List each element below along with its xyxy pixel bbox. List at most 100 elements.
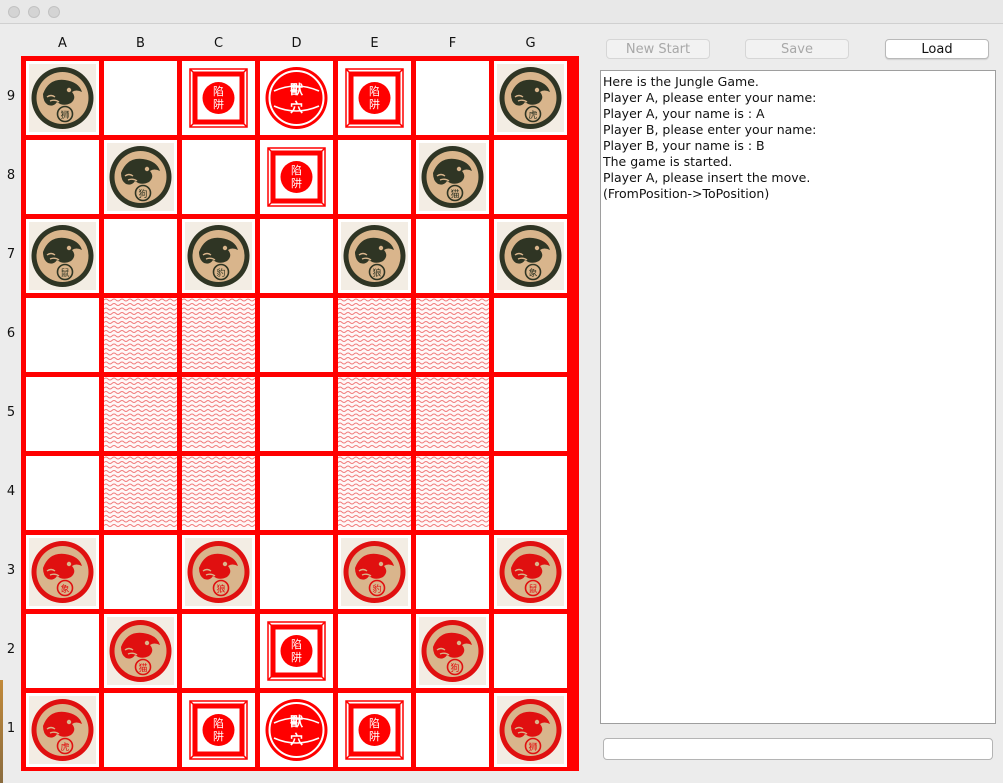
board-cell[interactable]: 狮 xyxy=(26,61,99,135)
board-cell[interactable]: 狮 xyxy=(494,693,567,767)
black-cat-piece[interactable]: 猫 xyxy=(419,143,486,211)
board-cell[interactable]: 豹 xyxy=(338,535,411,609)
board-cell[interactable] xyxy=(338,140,411,214)
black-tiger-piece[interactable]: 虎 xyxy=(497,64,564,132)
board-cell[interactable] xyxy=(494,298,567,372)
svg-text:陷: 陷 xyxy=(369,716,380,730)
command-input[interactable] xyxy=(603,738,993,760)
water-cell[interactable] xyxy=(182,298,255,372)
black-wolf-piece[interactable]: 狼 xyxy=(341,222,408,290)
board-cell[interactable] xyxy=(416,219,489,293)
board-cell[interactable] xyxy=(104,535,177,609)
board-cell[interactable] xyxy=(260,535,333,609)
red-dog-piece[interactable]: 狗 xyxy=(419,617,486,685)
red-lion-piece[interactable]: 狮 xyxy=(497,696,564,764)
red-elephant-piece[interactable]: 象 xyxy=(29,538,96,606)
board-cell[interactable] xyxy=(260,298,333,372)
board-cell[interactable]: 鼠 xyxy=(26,219,99,293)
board-cell[interactable] xyxy=(416,535,489,609)
message-log[interactable]: Here is the Jungle Game. Player A, please… xyxy=(600,70,996,724)
board-cell[interactable] xyxy=(104,219,177,293)
water-cell[interactable] xyxy=(104,298,177,372)
board-cell[interactable] xyxy=(260,377,333,451)
save-button[interactable]: Save xyxy=(745,39,849,59)
den-cell[interactable]: 獸穴 xyxy=(260,693,333,767)
trap-cell[interactable]: 陷阱 xyxy=(260,614,333,688)
board-cell[interactable] xyxy=(494,377,567,451)
board-cell[interactable]: 豹 xyxy=(182,219,255,293)
board-cell[interactable] xyxy=(26,298,99,372)
black-dog-piece[interactable]: 狗 xyxy=(107,143,174,211)
board-cell[interactable]: 虎 xyxy=(26,693,99,767)
red-rat-piece[interactable]: 鼠 xyxy=(497,538,564,606)
board-cell[interactable] xyxy=(26,377,99,451)
column-label: G xyxy=(525,36,536,51)
black-lion-piece[interactable]: 狮 xyxy=(29,64,96,132)
water-cell[interactable] xyxy=(416,377,489,451)
board-cell[interactable]: 象 xyxy=(494,219,567,293)
svg-text:虎: 虎 xyxy=(528,109,537,121)
board-cell[interactable] xyxy=(260,456,333,530)
minimize-button[interactable] xyxy=(28,6,40,18)
water-cell[interactable] xyxy=(104,456,177,530)
board-cell[interactable] xyxy=(104,693,177,767)
water-waves xyxy=(416,456,489,527)
column-label: D xyxy=(291,36,302,51)
trap-cell[interactable]: 陷阱 xyxy=(338,61,411,135)
board-cell[interactable] xyxy=(182,614,255,688)
board-cell[interactable] xyxy=(416,693,489,767)
board-cell[interactable] xyxy=(494,140,567,214)
board-cell[interactable]: 狗 xyxy=(416,614,489,688)
close-button[interactable] xyxy=(8,6,20,18)
red-wolf-piece[interactable]: 狼 xyxy=(185,538,252,606)
svg-text:虎: 虎 xyxy=(60,741,69,753)
board-cell[interactable] xyxy=(338,614,411,688)
board-cell[interactable] xyxy=(26,140,99,214)
water-cell[interactable] xyxy=(104,377,177,451)
red-cat-piece[interactable]: 猫 xyxy=(107,617,174,685)
water-cell[interactable] xyxy=(338,456,411,530)
black-leopard-piece[interactable]: 豹 xyxy=(185,222,252,290)
trap-icon: 陷阱 xyxy=(267,147,326,207)
board-cell[interactable] xyxy=(416,61,489,135)
board-cell[interactable] xyxy=(494,456,567,530)
new-start-button[interactable]: New Start xyxy=(606,39,710,59)
trap-cell[interactable]: 陷阱 xyxy=(182,693,255,767)
board-cell[interactable]: 象 xyxy=(26,535,99,609)
water-cell[interactable] xyxy=(182,456,255,530)
board-cell[interactable] xyxy=(26,614,99,688)
water-cell[interactable] xyxy=(338,298,411,372)
board-cell[interactable] xyxy=(26,456,99,530)
den-cell[interactable]: 獸穴 xyxy=(260,61,333,135)
water-cell[interactable] xyxy=(416,456,489,530)
row-label: 8 xyxy=(6,168,16,183)
trap-cell[interactable]: 陷阱 xyxy=(182,61,255,135)
trap-cell[interactable]: 陷阱 xyxy=(260,140,333,214)
water-cell[interactable] xyxy=(416,298,489,372)
zoom-button[interactable] xyxy=(48,6,60,18)
board-cell[interactable] xyxy=(182,140,255,214)
board-cell[interactable]: 狼 xyxy=(338,219,411,293)
column-label: E xyxy=(370,36,379,51)
black-elephant-piece[interactable]: 象 xyxy=(497,222,564,290)
board-cell[interactable]: 猫 xyxy=(416,140,489,214)
black-rat-piece[interactable]: 鼠 xyxy=(29,222,96,290)
trap-cell[interactable]: 陷阱 xyxy=(338,693,411,767)
board-cell[interactable] xyxy=(494,614,567,688)
svg-text:狼: 狼 xyxy=(372,267,381,279)
board-cell[interactable]: 鼠 xyxy=(494,535,567,609)
red-tiger-piece[interactable]: 虎 xyxy=(29,696,96,764)
board-cell[interactable] xyxy=(104,61,177,135)
svg-text:阱: 阱 xyxy=(369,729,380,743)
board-cell[interactable]: 狼 xyxy=(182,535,255,609)
water-cell[interactable] xyxy=(182,377,255,451)
board-cell[interactable]: 狗 xyxy=(104,140,177,214)
den-icon: 獸穴 xyxy=(265,67,328,129)
board-cell[interactable]: 虎 xyxy=(494,61,567,135)
red-leopard-piece[interactable]: 豹 xyxy=(341,538,408,606)
log-line: Player B, your name is : B xyxy=(603,138,765,153)
board-cell[interactable]: 猫 xyxy=(104,614,177,688)
board-cell[interactable] xyxy=(260,219,333,293)
load-button[interactable]: Load xyxy=(885,39,989,59)
water-cell[interactable] xyxy=(338,377,411,451)
